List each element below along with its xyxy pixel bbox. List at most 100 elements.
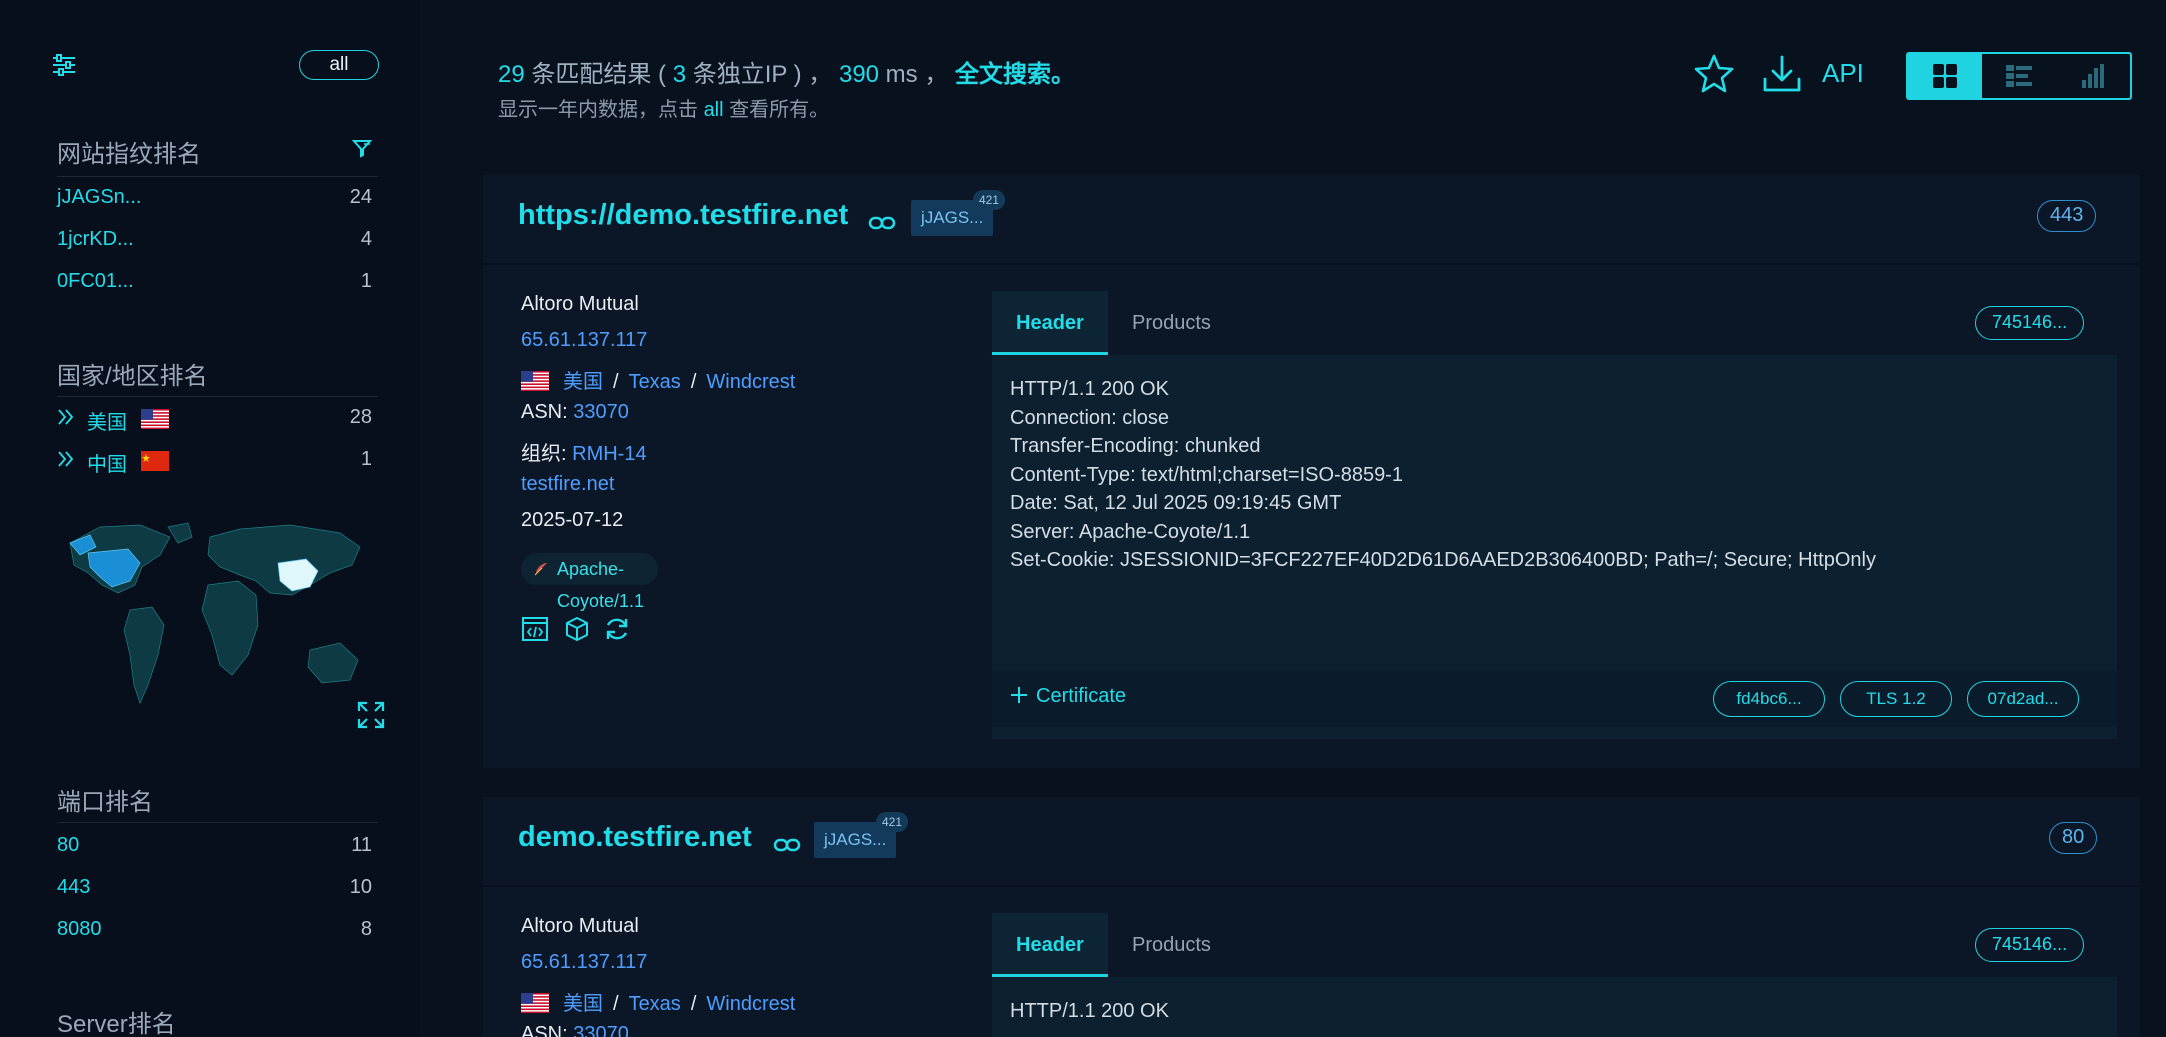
fingerprint-rank-item[interactable]: 0FC01... 1: [57, 270, 372, 300]
city-link[interactable]: Windcrest: [706, 371, 795, 393]
asn: ASN: 33070: [521, 401, 629, 429]
port-rank-item[interactable]: 80 11: [57, 834, 372, 864]
org-id-link[interactable]: RMH-14: [572, 443, 646, 465]
plus-icon: [1011, 687, 1027, 703]
tab-products[interactable]: Products: [1108, 291, 1235, 355]
cube-icon[interactable]: [563, 615, 591, 643]
date-text: 2025-07-12: [521, 509, 624, 531]
host-link[interactable]: https://demo.testfire.net: [518, 199, 848, 232]
cn-flag-icon: [141, 451, 169, 471]
settings-sliders-icon[interactable]: [52, 54, 76, 76]
fingerprint-count-badge: 421: [876, 812, 909, 832]
world-map[interactable]: [60, 515, 370, 720]
result-card: demo.testfire.net jJAGS... 421 80 Altoro…: [483, 797, 2140, 1037]
certificate-bar: Certificate fd4bc6... TLS 1.2 07d2ad...: [992, 671, 2117, 727]
divider: [57, 822, 378, 823]
asn-label: ASN:: [521, 1023, 574, 1037]
refresh-icon[interactable]: [603, 615, 631, 643]
asn-link[interactable]: 33070: [573, 401, 629, 423]
country-link[interactable]: 美国: [563, 993, 603, 1015]
link-icon[interactable]: [868, 215, 896, 231]
country-rank-item[interactable]: 美国 28: [57, 406, 372, 436]
http-header-text: HTTP/1.1 200 OK Connection: close Transf…: [1010, 378, 1876, 571]
certificate-toggle[interactable]: Certificate: [1010, 685, 1126, 708]
server-name: Apache-Coyote/1.1: [557, 559, 645, 611]
tls-version-badge[interactable]: TLS 1.2: [1840, 681, 1952, 717]
tab-header[interactable]: Header: [992, 291, 1108, 355]
star-icon[interactable]: [1692, 52, 1736, 96]
domain-link[interactable]: testfire.net: [521, 473, 614, 495]
summary-text: ms ，: [879, 61, 956, 88]
hash-badge[interactable]: 745146...: [1975, 306, 2085, 340]
city-link[interactable]: Windcrest: [706, 993, 795, 1015]
region-link[interactable]: Texas: [629, 371, 681, 393]
double-chevron-right-icon: [58, 409, 74, 425]
country-count: 28: [349, 406, 372, 428]
port-badge[interactable]: 443: [2037, 200, 2097, 232]
summary-text: 条匹配结果 (: [524, 61, 673, 88]
ip-link[interactable]: 65.61.137.117: [521, 951, 647, 973]
certificate-label: Certificate: [1036, 685, 1127, 707]
fingerprint-count-badge: 421: [973, 190, 1006, 210]
card-header: demo.testfire.net jJAGS... 421 80: [483, 797, 2140, 887]
port-name: 80: [57, 834, 80, 856]
organization: 组织: RMH-14: [521, 437, 647, 465]
asn-label: ASN:: [521, 401, 574, 423]
api-button[interactable]: API: [1822, 58, 1864, 89]
all-link[interactable]: all: [704, 99, 724, 121]
query-time: 390: [838, 61, 880, 88]
tab-header[interactable]: Header: [992, 913, 1108, 977]
asn: ASN: 33070: [521, 1023, 629, 1037]
port-badge[interactable]: 80: [2049, 822, 2098, 854]
domain: testfire.net: [521, 473, 614, 501]
port-count: 8: [360, 918, 372, 940]
hash-badge[interactable]: 745146...: [1975, 928, 2085, 962]
view-switcher: [1906, 52, 2132, 100]
expand-icon[interactable]: [356, 700, 386, 730]
download-icon[interactable]: [1760, 52, 1804, 96]
asn-link[interactable]: 33070: [573, 1023, 629, 1037]
note-text: 查看所有。: [723, 99, 830, 121]
port-rank-title: 端口排名: [57, 789, 153, 816]
full-text-search-link[interactable]: 全文搜索。: [955, 61, 1075, 88]
fingerprint-rank-item[interactable]: 1jcrKD... 4: [57, 228, 372, 258]
chart-view-button[interactable]: [2056, 54, 2130, 98]
org-text: Altoro Mutual: [521, 915, 639, 937]
port-count: 11: [351, 834, 372, 856]
country-name: 中国: [87, 454, 127, 476]
code-window-icon[interactable]: [521, 615, 549, 643]
ip-count: 3: [672, 61, 687, 88]
feather-icon: [534, 563, 547, 576]
ip-link[interactable]: 65.61.137.117: [521, 329, 647, 351]
list-view-button[interactable]: [1982, 54, 2056, 98]
country-link[interactable]: 美国: [563, 371, 603, 393]
note-text: 显示一年内数据，点击: [498, 99, 704, 121]
separator: /: [690, 371, 697, 393]
sidebar: all 网站指纹排名 jJAGSn... 24 1jcrKD... 4 0FC0…: [0, 0, 420, 1037]
detail-panel: Header Products 745146... HTTP/1.1 200 O…: [992, 913, 2117, 1037]
server-tag[interactable]: Apache-Coyote/1.1: [521, 553, 659, 611]
data-range-note: 显示一年内数据，点击 all 查看所有。: [498, 93, 829, 122]
funnel-icon[interactable]: [352, 138, 372, 158]
link-icon[interactable]: [773, 837, 801, 853]
org-text: Altoro Mutual: [521, 293, 639, 315]
cert-hash-badge[interactable]: fd4bc6...: [1713, 681, 1825, 717]
region-link[interactable]: Texas: [629, 993, 681, 1015]
result-card: https://demo.testfire.net jJAGS... 421 4…: [483, 175, 2140, 768]
fingerprint-rank-item[interactable]: jJAGSn... 24: [57, 186, 372, 216]
country-rank-item[interactable]: 中国 1: [57, 448, 372, 478]
all-filter-button[interactable]: all: [299, 50, 379, 80]
detail-panel: Header Products 745146... HTTP/1.1 200 O…: [992, 291, 2117, 739]
port-rank-item[interactable]: 8080 8: [57, 918, 372, 948]
us-flag-icon: [141, 409, 169, 429]
port-rank-item[interactable]: 443 10: [57, 876, 372, 906]
separator: /: [690, 993, 697, 1015]
grid-view-button[interactable]: [1908, 54, 1982, 98]
separator: /: [613, 371, 619, 393]
host-link[interactable]: demo.testfire.net: [518, 821, 752, 854]
tab-products[interactable]: Products: [1108, 913, 1235, 977]
fingerprint-rank-title: 网站指纹排名: [57, 141, 201, 168]
ip-address: 65.61.137.117: [521, 951, 647, 979]
cert-hash-badge[interactable]: 07d2ad...: [1967, 681, 2079, 717]
location: 美国 / Texas / Windcrest: [521, 987, 795, 1015]
